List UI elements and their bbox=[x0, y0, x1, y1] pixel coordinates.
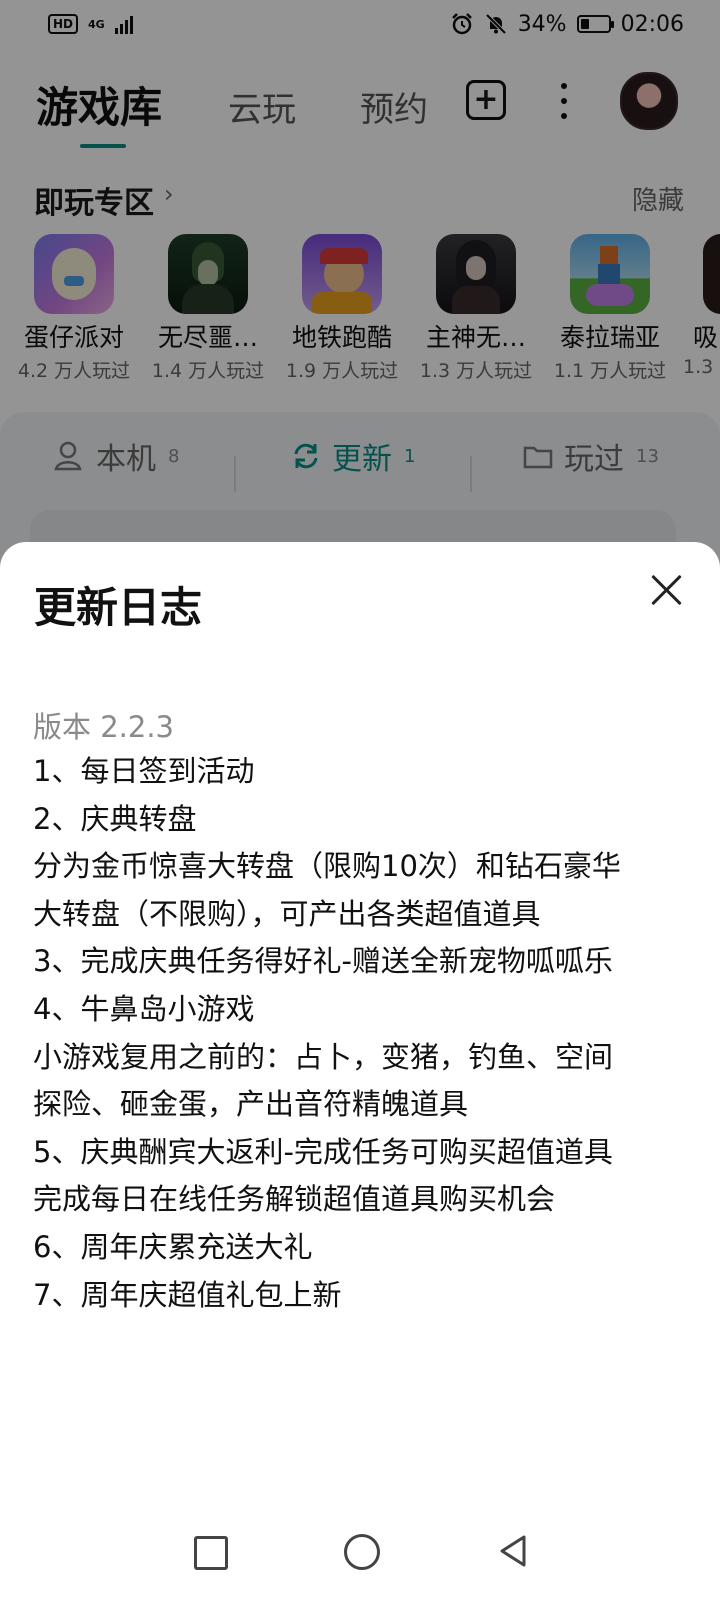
changelog-line: 大转盘（不限购），可产出各类超值道具 bbox=[33, 896, 541, 931]
changelog-title: 更新日志 bbox=[34, 583, 203, 632]
system-nav-bar bbox=[0, 1518, 720, 1600]
back-triangle-icon[interactable] bbox=[494, 1532, 534, 1572]
changelog-line: 7、周年庆超值礼包上新 bbox=[33, 1277, 342, 1312]
changelog-line: 2、庆典转盘 bbox=[33, 801, 197, 836]
changelog-line: 分为金币惊喜大转盘（限购10次）和钻石豪华 bbox=[33, 849, 621, 884]
changelog-line: 6、周年庆累充送大礼 bbox=[33, 1229, 313, 1264]
changelog-line: 探险、砸金蛋，产出音符精魄道具 bbox=[33, 1087, 469, 1122]
changelog-line: 4、牛鼻岛小游戏 bbox=[33, 991, 255, 1026]
home-circle-icon[interactable] bbox=[342, 1532, 382, 1572]
recents-square-icon[interactable] bbox=[190, 1532, 230, 1572]
version-label: 版本 2.2.3 bbox=[33, 710, 175, 744]
changelog-line: 1、每日签到活动 bbox=[33, 754, 255, 788]
close-icon[interactable] bbox=[646, 570, 686, 610]
changelog-sheet: 更新日志 版本 2.2.3 1、每日签到活动 2、庆典转盘 分为金币惊喜大转盘（… bbox=[0, 542, 720, 1600]
changelog-line: 完成每日在线任务解锁超值道具购买机会 bbox=[33, 1182, 556, 1217]
changelog-notes: 1、每日签到活动 2、庆典转盘 分为金币惊喜大转盘（限购10次）和钻石豪华 大转… bbox=[33, 748, 693, 1319]
changelog-line: 5、庆典酬宾大返利-完成任务可购买超值道具 bbox=[33, 1134, 613, 1169]
changelog-line: 3、完成庆典任务得好礼-赠送全新宠物呱呱乐 bbox=[33, 944, 613, 979]
changelog-line: 小游戏复用之前的：占卜，变猪，钓鱼、空间 bbox=[33, 1039, 614, 1074]
